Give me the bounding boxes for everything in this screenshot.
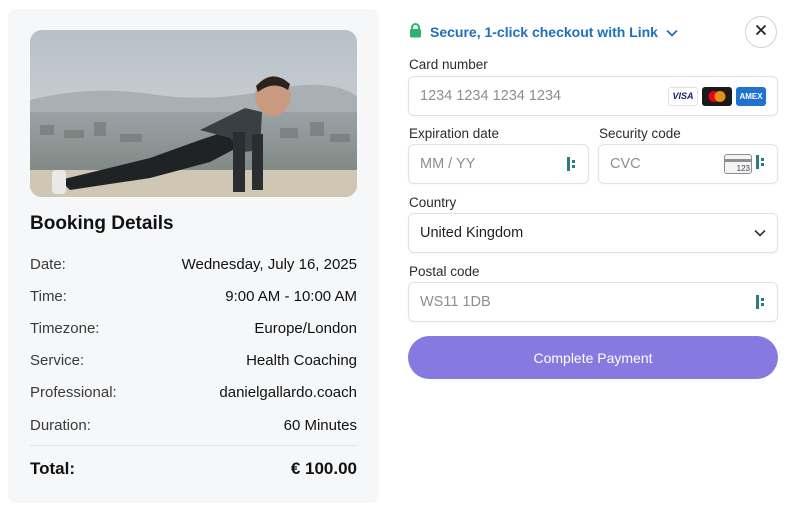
row-label: Time:: [30, 287, 67, 305]
row-value: Europe/London: [254, 319, 357, 337]
amex-icon: AMEX: [736, 86, 766, 106]
postal-code-label: Postal code: [409, 264, 480, 279]
card-number-field[interactable]: 1234 1234 1234 1234 VISA AMEX: [408, 76, 778, 116]
autofill-icon: [756, 155, 766, 173]
chevron-down-icon: [754, 229, 766, 237]
country-label: Country: [409, 195, 457, 210]
booking-row-timezone: Timezone: Europe/London: [30, 318, 357, 338]
row-label: Service:: [30, 351, 85, 369]
card-brands: VISA AMEX: [668, 86, 766, 106]
expiration-field[interactable]: MM / YY: [408, 144, 589, 184]
booking-panel: Booking Details Date: Wednesday, July 16…: [8, 9, 379, 503]
divider: [30, 445, 357, 446]
close-button[interactable]: [745, 16, 777, 48]
booking-row-professional: Professional: danielgallardo.coach: [30, 382, 357, 402]
postal-code-field[interactable]: WS11 1DB: [408, 282, 778, 322]
booking-row-service: Service: Health Coaching: [30, 350, 357, 370]
chevron-down-icon: [666, 24, 678, 40]
hero-image: [30, 30, 357, 197]
row-value: Health Coaching: [246, 351, 357, 369]
row-label: Duration:: [30, 416, 91, 434]
expiration-label: Expiration date: [409, 126, 500, 141]
card-number-label: Card number: [409, 57, 488, 72]
security-icons: 123: [724, 154, 766, 174]
total-label: Total:: [30, 459, 76, 478]
postal-code-value: WS11 1DB: [420, 294, 491, 310]
row-label: Professional:: [30, 383, 117, 401]
link-checkout-text: Secure, 1-click checkout with Link: [430, 24, 658, 40]
mastercard-icon: [702, 86, 732, 106]
security-code-label: Security code: [599, 126, 681, 141]
lock-icon: [409, 23, 422, 41]
complete-payment-button[interactable]: Complete Payment: [408, 336, 778, 379]
row-label: Timezone:: [30, 319, 100, 337]
link-checkout-toggle[interactable]: Secure, 1-click checkout with Link: [409, 23, 678, 41]
row-label: Date:: [30, 255, 66, 273]
security-code-field[interactable]: CVC 123: [598, 144, 778, 184]
card-number-placeholder: 1234 1234 1234 1234: [420, 88, 562, 104]
hero-photo: [30, 30, 357, 197]
row-value: 9:00 AM - 10:00 AM: [225, 287, 357, 305]
total-value: € 100.00: [290, 459, 357, 478]
booking-row-duration: Duration: 60 Minutes: [30, 415, 357, 435]
country-select[interactable]: United Kingdom: [408, 213, 778, 253]
cvc-card-icon: 123: [724, 154, 752, 174]
cvc-icon-text: 123: [736, 164, 750, 173]
booking-title: Booking Details: [30, 213, 174, 234]
row-value: Wednesday, July 16, 2025: [181, 255, 357, 273]
booking-row-date: Date: Wednesday, July 16, 2025: [30, 254, 357, 274]
total-row: Total: € 100.00: [30, 459, 357, 479]
row-value: danielgallardo.coach: [219, 383, 357, 401]
booking-row-time: Time: 9:00 AM - 10:00 AM: [30, 286, 357, 306]
close-icon: [755, 23, 767, 41]
country-value: United Kingdom: [420, 225, 524, 241]
expiration-placeholder: MM / YY: [420, 156, 476, 172]
security-code-placeholder: CVC: [610, 156, 641, 172]
row-value: 60 Minutes: [283, 416, 357, 434]
autofill-icon: [756, 295, 766, 309]
autofill-icon: [567, 157, 577, 171]
visa-icon: VISA: [668, 86, 698, 106]
